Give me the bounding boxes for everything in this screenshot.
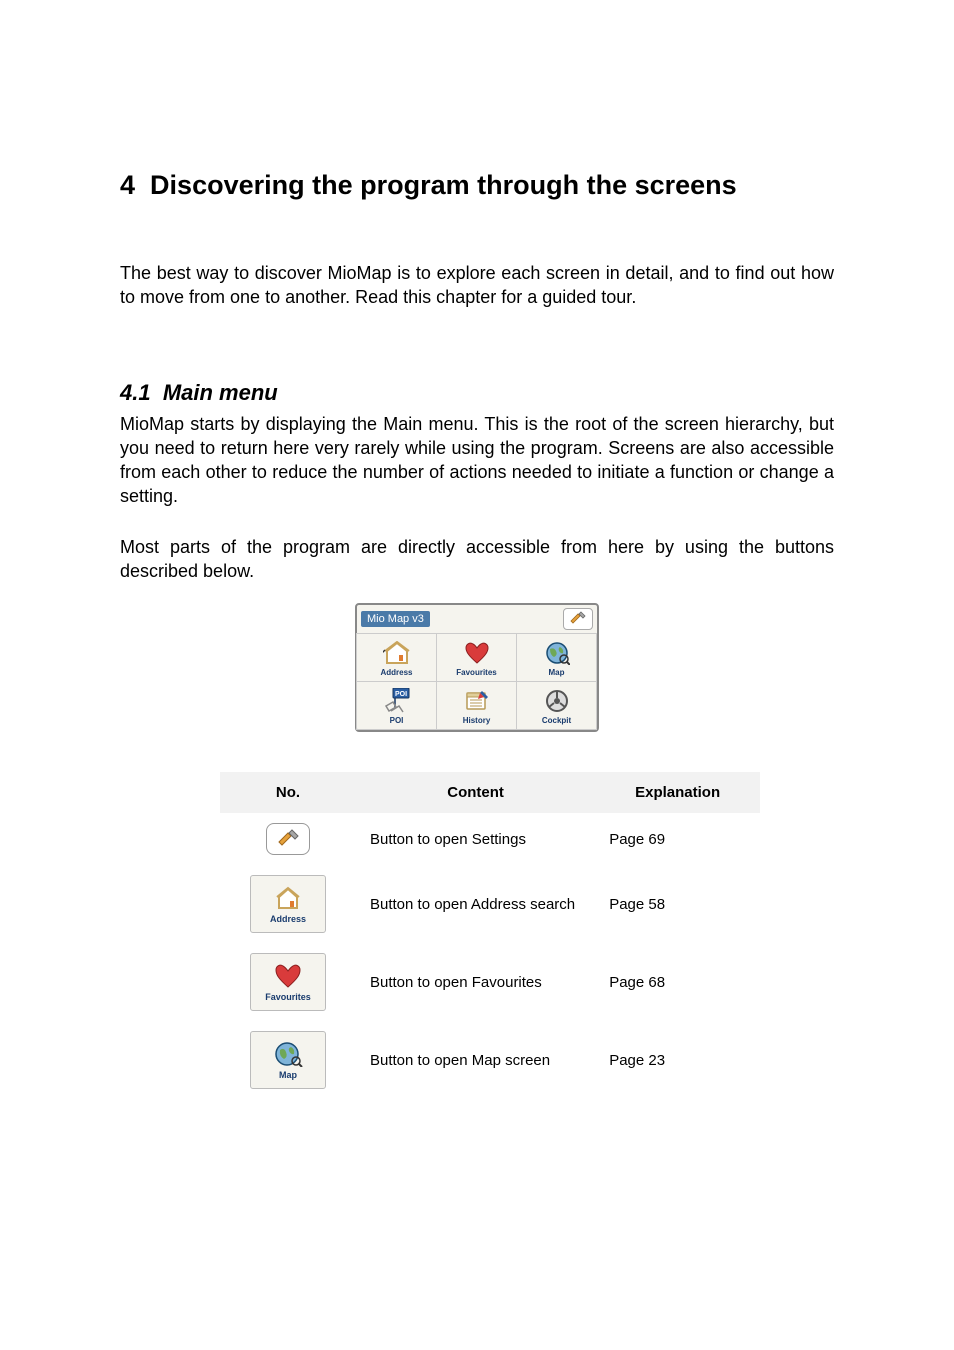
favourites-icon xyxy=(462,640,492,666)
menu-label: Address xyxy=(380,668,412,677)
menu-title: Mio Map v3 xyxy=(361,611,430,627)
table-cell-explanation: Page 23 xyxy=(595,1021,760,1099)
subsection-number: 4.1 xyxy=(120,380,151,405)
subsection-para-1: MioMap starts by displaying the Main men… xyxy=(120,412,834,509)
page: 4 Discovering the program through the sc… xyxy=(0,0,954,1350)
map-tile: Map xyxy=(250,1031,326,1089)
address-tile: Address xyxy=(250,875,326,933)
menu-label: Cockpit xyxy=(542,716,571,725)
tools-icon xyxy=(276,828,300,850)
table-row: Favourites Button to open Favourites Pag… xyxy=(220,943,760,1021)
menu-cell-cockpit[interactable]: Cockpit xyxy=(516,681,597,730)
table-cell-content: Button to open Settings xyxy=(356,813,595,865)
settings-button-icon xyxy=(266,823,310,855)
subsection-para-2: Most parts of the program are directly a… xyxy=(120,535,834,584)
menu-titlebar: Mio Map v3 xyxy=(357,605,597,634)
section-title-text: Discovering the program through the scre… xyxy=(150,170,737,200)
map-icon xyxy=(273,1040,303,1068)
table-cell-explanation: Page 68 xyxy=(595,943,760,1021)
address-icon xyxy=(273,884,303,912)
table-cell-content: Button to open Favourites xyxy=(356,943,595,1021)
menu-cell-map[interactable]: Map xyxy=(516,633,597,682)
table-cell-explanation: Page 69 xyxy=(595,813,760,865)
table-cell-explanation: Page 58 xyxy=(595,865,760,943)
poi-icon: POI xyxy=(382,688,412,714)
section-intro: The best way to discover MioMap is to ex… xyxy=(120,261,834,310)
subsection-title-text: Main menu xyxy=(163,380,278,405)
table-row: Map Button to open Map screen Page 23 xyxy=(220,1021,760,1099)
menu-label: Favourites xyxy=(456,668,496,677)
menu-cell-address[interactable]: Address xyxy=(356,633,437,682)
menu-cell-history[interactable]: History xyxy=(436,681,517,730)
cockpit-icon xyxy=(542,688,572,714)
table-header-no: No. xyxy=(220,772,356,813)
favourites-tile: Favourites xyxy=(250,953,326,1011)
section-heading: 4 Discovering the program through the sc… xyxy=(120,170,834,201)
main-menu-figure: Mio Map v3 xyxy=(355,603,599,732)
settings-button[interactable] xyxy=(563,608,593,630)
menu-cell-favourites[interactable]: Favourites xyxy=(436,633,517,682)
history-icon xyxy=(462,688,492,714)
tile-label: Map xyxy=(279,1070,297,1080)
menu-label: History xyxy=(463,716,491,725)
tools-icon xyxy=(569,610,587,629)
favourites-icon xyxy=(273,962,303,990)
tile-label: Address xyxy=(270,914,306,924)
table-row: Button to open Settings Page 69 xyxy=(220,813,760,865)
menu-label: Map xyxy=(549,668,565,677)
subsection-heading: 4.1 Main menu xyxy=(120,380,834,406)
table-cell-content: Button to open Address search xyxy=(356,865,595,943)
table-cell-content: Button to open Map screen xyxy=(356,1021,595,1099)
table-header-explanation: Explanation xyxy=(595,772,760,813)
tile-label: Favourites xyxy=(265,992,311,1002)
section-number: 4 xyxy=(120,170,135,200)
svg-text:POI: POI xyxy=(394,691,406,698)
table-header-content: Content xyxy=(356,772,595,813)
map-icon xyxy=(542,640,572,666)
menu-cell-poi[interactable]: POI POI xyxy=(356,681,437,730)
menu-label: POI xyxy=(390,716,404,725)
table-row: Address Button to open Address search Pa… xyxy=(220,865,760,943)
buttons-table: No. Content Explanation xyxy=(220,772,760,1099)
address-icon xyxy=(382,640,412,666)
